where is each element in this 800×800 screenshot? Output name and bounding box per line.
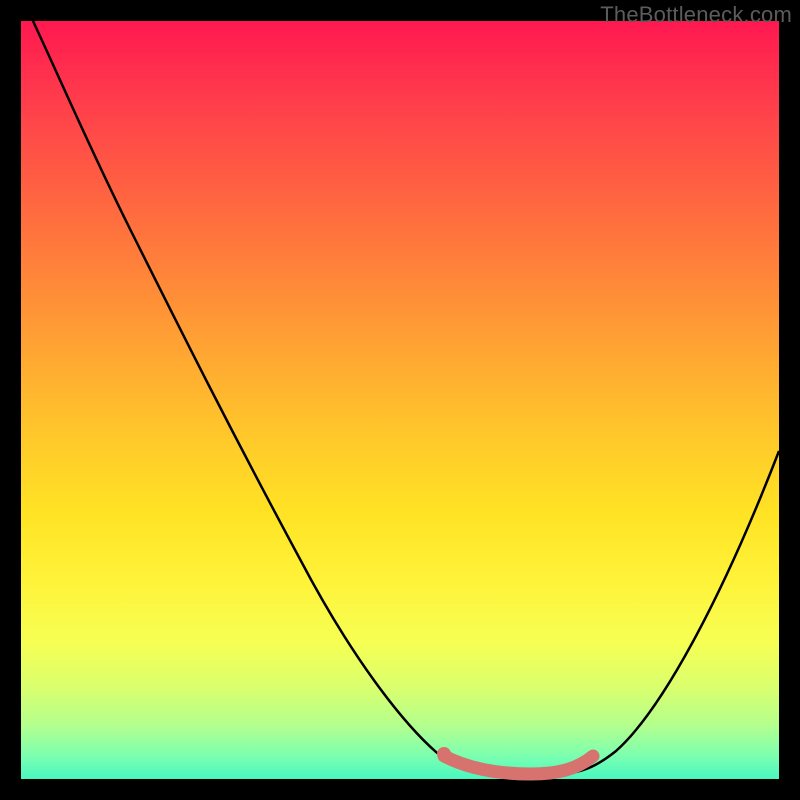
chart-frame: TheBottleneck.com [0, 0, 800, 800]
optimal-marker [437, 747, 451, 761]
optimal-band [444, 756, 593, 774]
plot-area [21, 21, 779, 779]
chart-svg [21, 21, 779, 779]
bottleneck-curve [33, 21, 779, 774]
watermark-text: TheBottleneck.com [600, 2, 792, 28]
